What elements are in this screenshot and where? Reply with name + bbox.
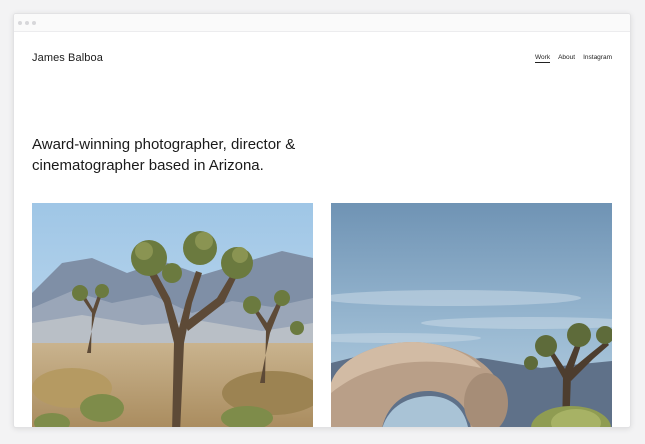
browser-window: James Balboa Work About Instagram Award-… xyxy=(13,13,631,428)
hero-headline: Award-winning photographer, director & c… xyxy=(32,136,296,174)
window-chrome xyxy=(14,14,630,32)
gallery-photo-rock-arch-joshua-tree[interactable] xyxy=(331,203,612,427)
photo-gallery xyxy=(32,203,612,427)
nav-item-work[interactable]: Work xyxy=(535,54,551,63)
joshua-tree-mountains-image xyxy=(32,203,313,427)
main-nav: Work About Instagram xyxy=(535,54,612,63)
nav-item-instagram[interactable]: Instagram xyxy=(583,54,612,63)
window-dot-icon xyxy=(18,20,22,25)
site-brand-link[interactable]: James Balboa xyxy=(32,52,103,64)
window-dot-icon xyxy=(32,20,36,25)
nav-item-about[interactable]: About xyxy=(558,54,575,63)
rock-arch-joshua-tree-image xyxy=(331,203,612,427)
gallery-photo-joshua-tree-mountains[interactable] xyxy=(32,203,313,427)
window-dot-icon xyxy=(25,20,29,25)
site-header: James Balboa Work About Instagram xyxy=(32,52,612,64)
